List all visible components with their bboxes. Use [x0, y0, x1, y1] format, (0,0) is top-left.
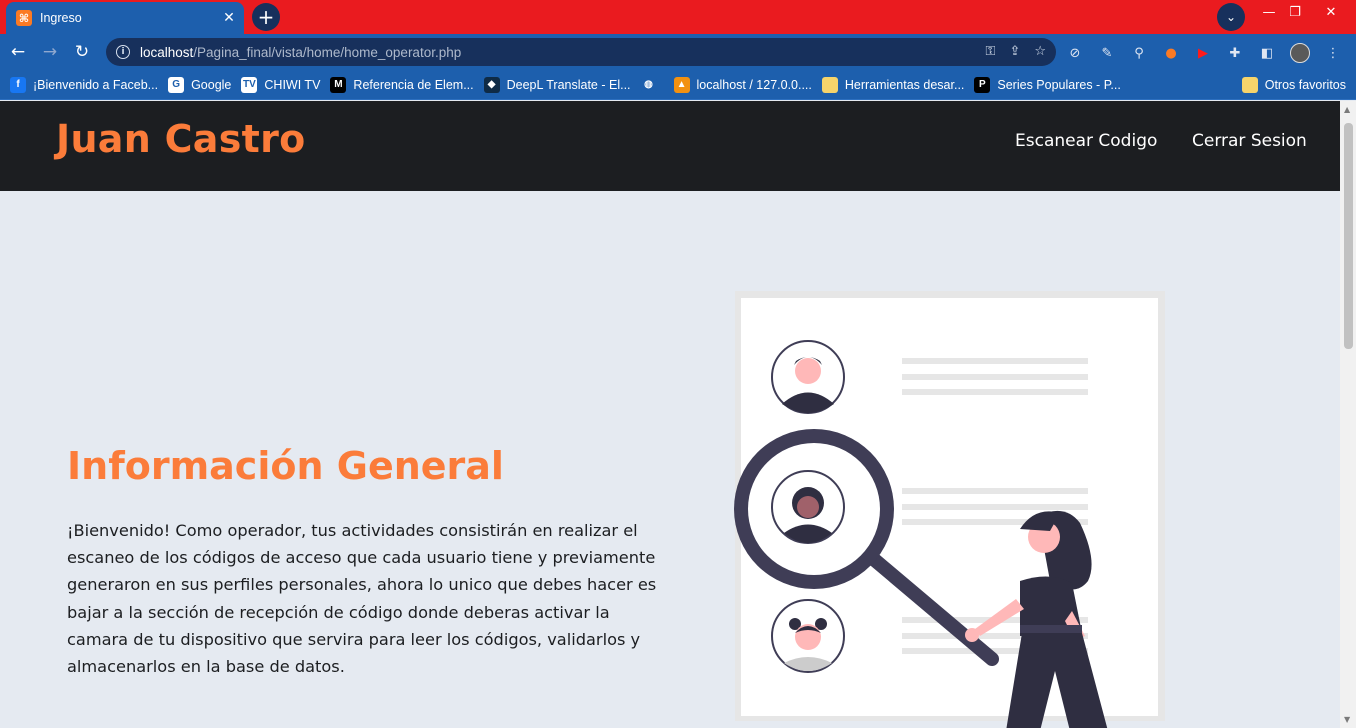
key-icon[interactable]: ⚿: [986, 44, 996, 59]
nav-scan-code[interactable]: Escanear Codigo: [1015, 131, 1157, 151]
address-bar[interactable]: i localhost/Pagina_final/vista/home/home…: [106, 38, 1056, 66]
bookmark-label: Herramientas desar...: [844, 77, 965, 92]
nav-logout[interactable]: Cerrar Sesion: [1192, 131, 1307, 151]
bookmark-label: Referencia de Elem...: [353, 77, 474, 92]
sidebar-icon[interactable]: ◧: [1258, 44, 1276, 62]
scroll-down-icon[interactable]: ▼: [1344, 715, 1350, 724]
share-icon[interactable]: ⇪: [1009, 44, 1020, 59]
folder-icon: [821, 76, 838, 93]
bookmark-item[interactable]: ▲ localhost / 127.0.0....: [673, 76, 812, 93]
bookmark-label: ¡Bienvenido a Faceb...: [33, 77, 159, 92]
facebook-icon: f: [10, 76, 26, 93]
site-header: Juan Castro Escanear Codigo Cerrar Sesio…: [0, 101, 1340, 191]
bookmark-label: DeepL Translate - El...: [506, 77, 631, 92]
menu-icon[interactable]: ⋮: [1324, 44, 1342, 62]
bookmark-item[interactable]: TV CHIWI TV: [241, 76, 321, 93]
page-viewport: Juan Castro Escanear Codigo Cerrar Sesio…: [0, 101, 1340, 728]
google-icon: G: [168, 76, 185, 93]
site-info-icon[interactable]: i: [116, 45, 130, 59]
bookmark-item[interactable]: ◍: [640, 76, 664, 93]
folder-icon: [1241, 77, 1258, 93]
reload-button[interactable]: ↻: [70, 40, 94, 64]
youtube-icon[interactable]: ▶: [1194, 44, 1212, 62]
scroll-up-icon[interactable]: ▲: [1344, 105, 1350, 114]
forward-button[interactable]: →: [38, 40, 62, 64]
bookmark-label: localhost / 127.0.0....: [696, 77, 812, 92]
deepl-icon: ◆: [483, 76, 500, 93]
puzzle-icon[interactable]: ✚: [1226, 44, 1244, 62]
search-extension-icon[interactable]: ⚲: [1130, 44, 1148, 62]
section-description: ¡Bienvenido! Como operador, tus activida…: [67, 521, 657, 677]
bookmark-item[interactable]: ◆ DeepL Translate - El...: [483, 76, 631, 93]
profile-avatar[interactable]: [1290, 43, 1310, 63]
bookmark-label: CHIWI TV: [264, 77, 321, 92]
tab-strip: ⌘ Ingreso ✕ + ⌄ — ❐ ✕: [0, 0, 1356, 34]
phpmyadmin-icon: ▲: [673, 76, 690, 93]
browser-toolbar: ← → ↻ i localhost/Pagina_final/vista/hom…: [0, 34, 1356, 70]
brand-name[interactable]: Juan Castro: [56, 117, 306, 161]
bookmark-item[interactable]: G Google: [168, 76, 232, 93]
tab-title: Ingreso: [40, 11, 82, 25]
close-window-icon[interactable]: ✕: [1316, 0, 1346, 24]
tv-icon: TV: [241, 76, 258, 93]
section-title: Información General: [67, 444, 504, 488]
tab-search-button[interactable]: ⌄: [1217, 3, 1245, 31]
new-tab-button[interactable]: +: [252, 3, 280, 31]
bookmark-item[interactable]: f ¡Bienvenido a Faceb...: [10, 76, 159, 93]
globe-icon: ◍: [640, 76, 657, 93]
profile-search-illustration: [734, 291, 1165, 728]
bookmark-label: Google: [191, 77, 232, 92]
close-tab-icon[interactable]: ✕: [220, 9, 238, 27]
bookmark-label: Series Populares - P...: [997, 77, 1121, 92]
page-scrollbar[interactable]: ▲ ▼: [1340, 101, 1356, 728]
back-button[interactable]: ←: [6, 40, 30, 64]
xampp-icon: ⌘: [16, 10, 32, 26]
other-bookmarks[interactable]: Otros favoritos: [1241, 77, 1346, 93]
url-text[interactable]: localhost/Pagina_final/vista/home/home_o…: [140, 45, 461, 60]
fire-icon[interactable]: ●: [1162, 44, 1180, 62]
mdn-icon: M: [330, 76, 347, 93]
browser-tab[interactable]: ⌘ Ingreso ✕: [6, 2, 244, 34]
bookmark-item[interactable]: M Referencia de Elem...: [330, 76, 474, 93]
scroll-thumb[interactable]: [1344, 123, 1353, 349]
restore-icon[interactable]: ❐: [1280, 0, 1310, 24]
bookmark-item[interactable]: Herramientas desar...: [821, 76, 965, 93]
p-icon: P: [974, 76, 991, 93]
bookmarks-bar: f ¡Bienvenido a Faceb... G Google TV CHIWI TV…: [0, 70, 1356, 100]
extension-icon[interactable]: ⊘: [1066, 44, 1084, 62]
bookmark-item[interactable]: P Series Populares - P...: [974, 76, 1121, 93]
eyedropper-icon[interactable]: ✎: [1098, 44, 1116, 62]
star-icon[interactable]: ☆: [1034, 44, 1046, 59]
